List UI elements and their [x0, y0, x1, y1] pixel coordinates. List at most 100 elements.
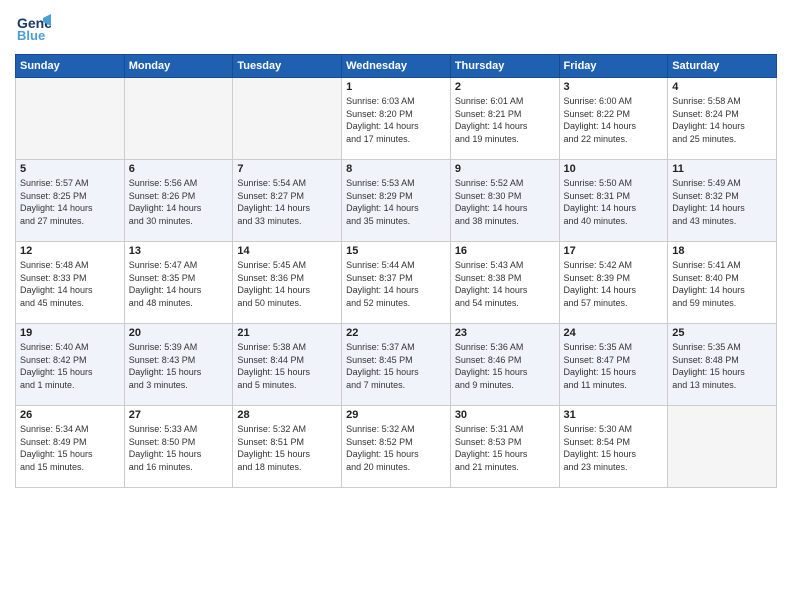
calendar-cell: 6Sunrise: 5:56 AM Sunset: 8:26 PM Daylig…	[124, 160, 233, 242]
calendar-cell: 8 Sunrise: 5:53 AM Sunset: 8:29 PM Daylig…	[342, 160, 451, 242]
calendar-cell: 17 Sunrise: 5:42 AM Sunset: 8:39 PM Dayli…	[559, 242, 668, 324]
day-number: 24	[564, 327, 664, 339]
calendar-cell: 26Sunrise: 5:34 AM Sunset: 8:49 PM Dayli…	[16, 406, 125, 488]
weekday-header-tuesday: Tuesday	[233, 55, 342, 78]
day-info: Sunrise: 5:30 AM Sunset: 8:54 PM Dayligh…	[564, 423, 664, 473]
weekday-header-monday: Monday	[124, 55, 233, 78]
day-info: Sunrise: 6:00 AM Sunset: 8:22 PM Dayligh…	[564, 95, 664, 145]
calendar-cell: 9 Sunrise: 5:52 AM Sunset: 8:30 PM Daylig…	[450, 160, 559, 242]
day-info: Sunrise: 5:47 AM Sunset: 8:35 PM Dayligh…	[129, 259, 229, 309]
day-number: 31	[564, 409, 664, 421]
calendar-week-row: 19Sunrise: 5:40 AM Sunset: 8:42 PM Dayli…	[16, 324, 777, 406]
day-number: 8	[346, 163, 446, 175]
day-number: 5	[20, 163, 120, 175]
calendar-cell: 22 Sunrise: 5:37 AM Sunset: 8:45 PM Dayli…	[342, 324, 451, 406]
day-number: 22	[346, 327, 446, 339]
svg-text:Blue: Blue	[17, 28, 45, 43]
day-number: 19	[20, 327, 120, 339]
day-info: Sunrise: 5:32 AM Sunset: 8:52 PM Dayligh…	[346, 423, 446, 473]
calendar-week-row: 5 Sunrise: 5:57 AM Sunset: 8:25 PM Daylig…	[16, 160, 777, 242]
day-info: Sunrise: 5:48 AM Sunset: 8:33 PM Dayligh…	[20, 259, 120, 309]
day-number: 3	[564, 81, 664, 93]
day-info: Sunrise: 5:52 AM Sunset: 8:30 PM Dayligh…	[455, 177, 555, 227]
calendar-cell: 15 Sunrise: 5:44 AM Sunset: 8:37 PM Dayli…	[342, 242, 451, 324]
day-info: Sunrise: 5:53 AM Sunset: 8:29 PM Dayligh…	[346, 177, 446, 227]
calendar-cell: 10 Sunrise: 5:50 AM Sunset: 8:31 PM Dayli…	[559, 160, 668, 242]
day-number: 1	[346, 81, 446, 93]
calendar-cell: 13 Sunrise: 5:47 AM Sunset: 8:35 PM Dayli…	[124, 242, 233, 324]
calendar-cell: 24 Sunrise: 5:35 AM Sunset: 8:47 PM Dayli…	[559, 324, 668, 406]
calendar-cell: 28 Sunrise: 5:32 AM Sunset: 8:51 PM Dayli…	[233, 406, 342, 488]
weekday-header-thursday: Thursday	[450, 55, 559, 78]
day-info: Sunrise: 6:03 AM Sunset: 8:20 PM Dayligh…	[346, 95, 446, 145]
calendar-week-row: 1 Sunrise: 6:03 AM Sunset: 8:20 PM Daylig…	[16, 78, 777, 160]
calendar-week-row: 12 Sunrise: 5:48 AM Sunset: 8:33 PM Dayli…	[16, 242, 777, 324]
calendar-table: SundayMondayTuesdayWednesdayThursdayFrid…	[15, 54, 777, 488]
day-info: Sunrise: 5:50 AM Sunset: 8:31 PM Dayligh…	[564, 177, 664, 227]
day-number: 21	[237, 327, 337, 339]
day-number: 20	[129, 327, 229, 339]
day-info: Sunrise: 5:36 AM Sunset: 8:46 PM Dayligh…	[455, 341, 555, 391]
calendar-cell	[124, 78, 233, 160]
weekday-header-friday: Friday	[559, 55, 668, 78]
day-number: 30	[455, 409, 555, 421]
weekday-header-sunday: Sunday	[16, 55, 125, 78]
calendar-cell: 19Sunrise: 5:40 AM Sunset: 8:42 PM Dayli…	[16, 324, 125, 406]
day-number: 17	[564, 245, 664, 257]
calendar-cell: 12 Sunrise: 5:48 AM Sunset: 8:33 PM Dayli…	[16, 242, 125, 324]
day-info: Sunrise: 5:31 AM Sunset: 8:53 PM Dayligh…	[455, 423, 555, 473]
day-number: 14	[237, 245, 337, 257]
calendar-week-row: 26Sunrise: 5:34 AM Sunset: 8:49 PM Dayli…	[16, 406, 777, 488]
weekday-header-wednesday: Wednesday	[342, 55, 451, 78]
calendar-cell: 5 Sunrise: 5:57 AM Sunset: 8:25 PM Daylig…	[16, 160, 125, 242]
weekday-header-saturday: Saturday	[668, 55, 777, 78]
day-info: Sunrise: 5:45 AM Sunset: 8:36 PM Dayligh…	[237, 259, 337, 309]
day-number: 16	[455, 245, 555, 257]
day-number: 11	[672, 163, 772, 175]
day-number: 4	[672, 81, 772, 93]
day-info: Sunrise: 5:39 AM Sunset: 8:43 PM Dayligh…	[129, 341, 229, 391]
day-number: 9	[455, 163, 555, 175]
day-info: Sunrise: 5:44 AM Sunset: 8:37 PM Dayligh…	[346, 259, 446, 309]
day-number: 28	[237, 409, 337, 421]
day-info: Sunrise: 5:35 AM Sunset: 8:47 PM Dayligh…	[564, 341, 664, 391]
day-number: 13	[129, 245, 229, 257]
day-info: Sunrise: 6:01 AM Sunset: 8:21 PM Dayligh…	[455, 95, 555, 145]
day-number: 2	[455, 81, 555, 93]
calendar-cell: 14 Sunrise: 5:45 AM Sunset: 8:36 PM Dayli…	[233, 242, 342, 324]
day-number: 29	[346, 409, 446, 421]
day-number: 23	[455, 327, 555, 339]
day-info: Sunrise: 5:38 AM Sunset: 8:44 PM Dayligh…	[237, 341, 337, 391]
calendar-cell: 31 Sunrise: 5:30 AM Sunset: 8:54 PM Dayli…	[559, 406, 668, 488]
day-number: 27	[129, 409, 229, 421]
day-number: 18	[672, 245, 772, 257]
calendar-cell: 7Sunrise: 5:54 AM Sunset: 8:27 PM Daylig…	[233, 160, 342, 242]
day-number: 10	[564, 163, 664, 175]
calendar-cell	[233, 78, 342, 160]
day-info: Sunrise: 5:43 AM Sunset: 8:38 PM Dayligh…	[455, 259, 555, 309]
calendar-page: General Blue SundayMondayTuesdayWednesda…	[0, 0, 792, 612]
calendar-cell: 3 Sunrise: 6:00 AM Sunset: 8:22 PM Daylig…	[559, 78, 668, 160]
weekday-header-row: SundayMondayTuesdayWednesdayThursdayFrid…	[16, 55, 777, 78]
day-info: Sunrise: 5:57 AM Sunset: 8:25 PM Dayligh…	[20, 177, 120, 227]
logo: General Blue	[15, 10, 55, 46]
day-info: Sunrise: 5:54 AM Sunset: 8:27 PM Dayligh…	[237, 177, 337, 227]
calendar-cell: 21 Sunrise: 5:38 AM Sunset: 8:44 PM Dayli…	[233, 324, 342, 406]
day-number: 25	[672, 327, 772, 339]
day-number: 15	[346, 245, 446, 257]
calendar-cell: 30 Sunrise: 5:31 AM Sunset: 8:53 PM Dayli…	[450, 406, 559, 488]
calendar-cell: 23 Sunrise: 5:36 AM Sunset: 8:46 PM Dayli…	[450, 324, 559, 406]
day-info: Sunrise: 5:58 AM Sunset: 8:24 PM Dayligh…	[672, 95, 772, 145]
calendar-cell: 29 Sunrise: 5:32 AM Sunset: 8:52 PM Dayli…	[342, 406, 451, 488]
day-number: 12	[20, 245, 120, 257]
calendar-cell: 20 Sunrise: 5:39 AM Sunset: 8:43 PM Dayli…	[124, 324, 233, 406]
day-info: Sunrise: 5:34 AM Sunset: 8:49 PM Dayligh…	[20, 423, 120, 473]
calendar-cell: 16 Sunrise: 5:43 AM Sunset: 8:38 PM Dayli…	[450, 242, 559, 324]
day-info: Sunrise: 5:37 AM Sunset: 8:45 PM Dayligh…	[346, 341, 446, 391]
calendar-cell: 2 Sunrise: 6:01 AM Sunset: 8:21 PM Daylig…	[450, 78, 559, 160]
calendar-cell: 27Sunrise: 5:33 AM Sunset: 8:50 PM Dayli…	[124, 406, 233, 488]
day-info: Sunrise: 5:56 AM Sunset: 8:26 PM Dayligh…	[129, 177, 229, 227]
day-info: Sunrise: 5:42 AM Sunset: 8:39 PM Dayligh…	[564, 259, 664, 309]
day-info: Sunrise: 5:32 AM Sunset: 8:51 PM Dayligh…	[237, 423, 337, 473]
calendar-cell	[16, 78, 125, 160]
